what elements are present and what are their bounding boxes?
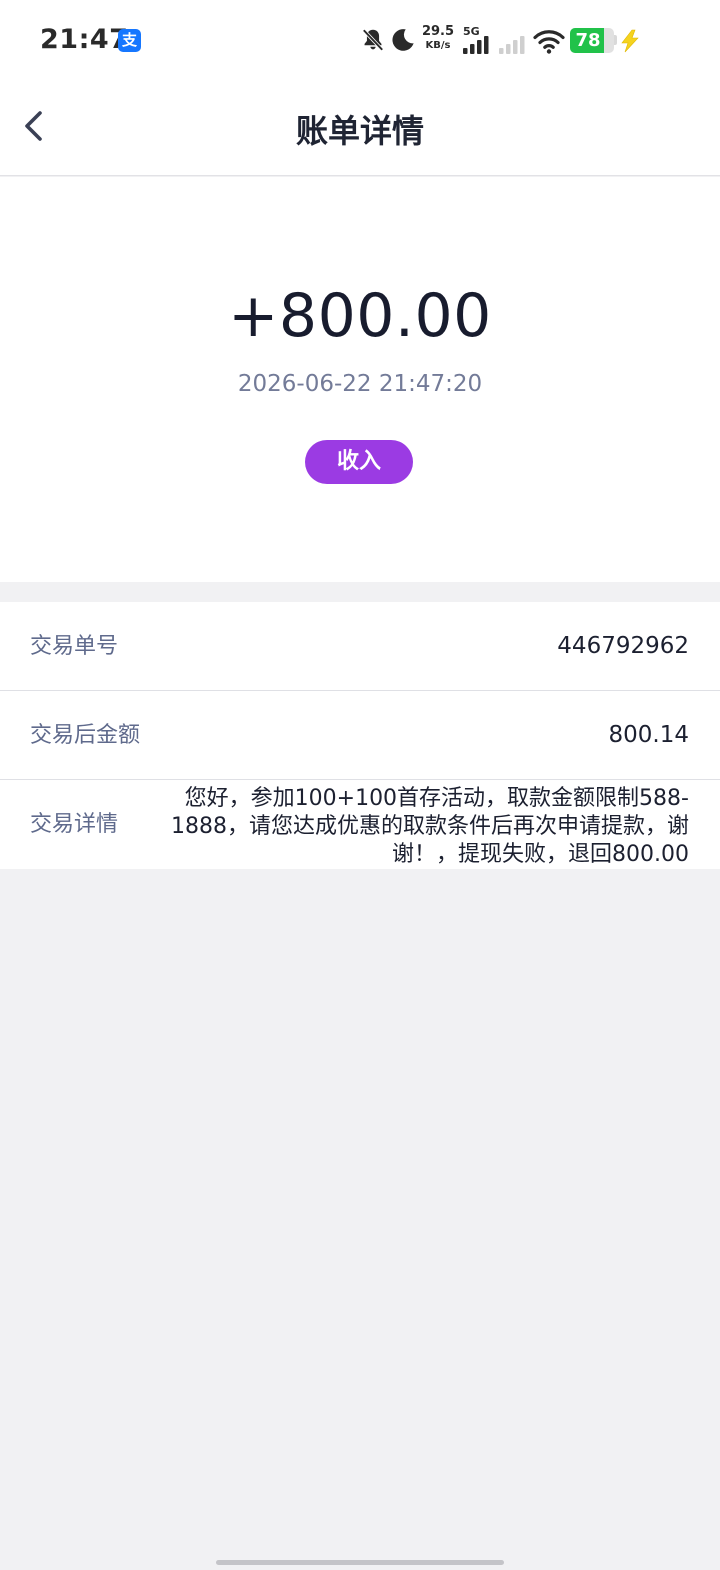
battery-level: 78 <box>575 30 601 51</box>
detail-value: 您好，参加100+100首存活动，取款金额限制588-1888，请您达成优惠的取… <box>171 786 689 867</box>
battery-tip <box>614 35 617 45</box>
transaction-datetime: 2026-06-22 21:47:20 <box>237 371 483 397</box>
transaction-type-badge: 收入 <box>305 440 413 484</box>
network-speed: 29.5 KB/s <box>421 25 455 53</box>
transaction-summary: +800.00 2026-06-22 21:47:20 收入 <box>0 177 720 582</box>
navigation-bar: 账单详情 <box>0 80 720 176</box>
status-time: 21:47 <box>40 24 129 55</box>
signal-icon <box>463 36 489 54</box>
bell-mute-icon <box>362 29 384 51</box>
signal-weak-icon <box>499 36 525 54</box>
detail-value: 446792962 <box>557 633 689 659</box>
transaction-details: 交易单号 446792962 交易后金额 800.14 交易详情 您好，参加10… <box>0 602 720 869</box>
detail-label: 交易后金额 <box>30 723 141 748</box>
detail-label: 交易详情 <box>30 812 119 837</box>
transaction-amount: +800.00 <box>228 281 492 351</box>
detail-value: 800.14 <box>608 722 689 748</box>
wifi-icon <box>533 30 565 54</box>
charging-bolt-icon <box>621 29 639 53</box>
detail-row-transaction-id: 交易单号 446792962 <box>0 602 720 691</box>
page-title: 账单详情 <box>295 112 424 150</box>
detail-row-balance-after: 交易后金额 800.14 <box>0 691 720 780</box>
network-speed-unit: KB/s <box>425 40 451 51</box>
status-icons: 29.5 KB/s 5G 78 <box>360 22 680 58</box>
status-bar: 21:47 支 29.5 KB/s 5G 78 <box>0 0 720 80</box>
detail-row-description: 交易详情 您好，参加100+100首存活动，取款金额限制588-1888，请您达… <box>0 780 720 869</box>
detail-label: 交易单号 <box>30 634 119 659</box>
alipay-icon: 支 <box>118 29 141 52</box>
network-speed-value: 29.5 <box>421 24 455 39</box>
moon-icon <box>392 29 414 51</box>
home-indicator[interactable] <box>216 1560 504 1565</box>
battery-indicator: 78 <box>570 28 614 53</box>
